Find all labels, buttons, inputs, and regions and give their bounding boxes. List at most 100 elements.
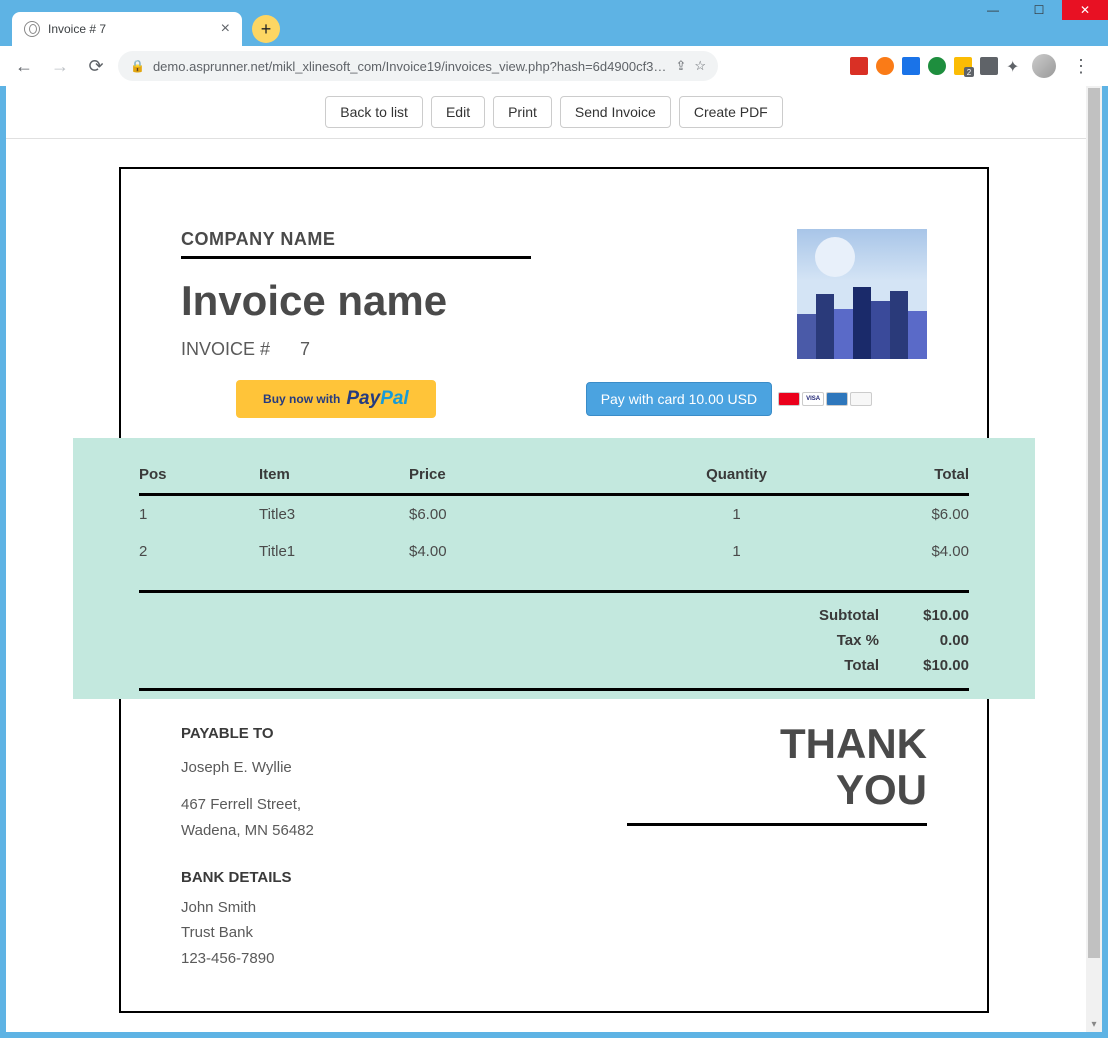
forward-button[interactable]: → [46, 52, 74, 80]
bank-phone: 123-456-7890 [181, 946, 314, 972]
url-text: demo.asprunner.net/mikl_xlinesoft_com/In… [153, 59, 667, 74]
payable-address-2: Wadena, MN 56482 [181, 818, 314, 844]
items-section: Pos Item Price Quantity Total 1 Title3 $… [73, 438, 1035, 699]
page-content: ▴ ▾ Back to list Edit Print Send Invoice… [0, 86, 1108, 1038]
bank-details-title: BANK DETAILS [181, 865, 314, 891]
divider [139, 688, 969, 691]
extension-icon[interactable] [980, 57, 998, 75]
payable-block: PAYABLE TO Joseph E. Wyllie 467 Ferrell … [181, 721, 314, 971]
browser-tab[interactable]: Invoice # 7 × [12, 12, 242, 46]
payable-address-1: 467 Ferrell Street, [181, 792, 314, 818]
minimize-button[interactable]: — [970, 0, 1016, 20]
bank-institution: Trust Bank [181, 920, 314, 946]
header-quantity: Quantity [644, 466, 829, 483]
header-price: Price [409, 466, 644, 483]
extension-icon[interactable] [928, 57, 946, 75]
table-row: 2 Title1 $4.00 1 $4.00 [129, 533, 979, 570]
divider [181, 256, 531, 259]
cell-total: $4.00 [829, 543, 969, 560]
company-name-label: COMPANY NAME [181, 229, 531, 250]
new-tab-button[interactable]: + [252, 15, 280, 43]
invoice-header: COMPANY NAME Invoice name INVOICE # 7 [121, 169, 987, 380]
amex-icon [826, 392, 848, 406]
header-pos: Pos [139, 466, 259, 483]
visa-icon: VISA [802, 392, 824, 406]
cell-item: Title1 [259, 543, 409, 560]
action-bar: Back to list Edit Print Send Invoice Cre… [6, 86, 1102, 139]
menu-icon[interactable]: ⋮ [1064, 56, 1098, 77]
extension-icon[interactable] [850, 57, 868, 75]
payable-name: Joseph E. Wyllie [181, 755, 314, 781]
subtotal-label: Subtotal [759, 607, 879, 624]
scrollbar[interactable]: ▴ ▾ [1086, 86, 1102, 1032]
table-row: 1 Title3 $6.00 1 $6.00 [129, 496, 979, 533]
address-bar[interactable]: 🔒 demo.asprunner.net/mikl_xlinesoft_com/… [118, 51, 718, 81]
total-value: $10.00 [879, 657, 969, 674]
cell-total: $6.00 [829, 506, 969, 523]
scroll-down-icon[interactable]: ▾ [1086, 1016, 1102, 1032]
print-button[interactable]: Print [493, 96, 552, 128]
invoice-document: COMPANY NAME Invoice name INVOICE # 7 [119, 167, 989, 1013]
cell-item: Title3 [259, 506, 409, 523]
paypal-prefix: Buy now with [263, 392, 340, 406]
lock-icon: 🔒 [130, 59, 145, 73]
paypal-logo-icon: PayPal [346, 388, 408, 410]
payment-row: Buy now with PayPal Pay with card 10.00 … [121, 380, 987, 438]
cell-pos: 1 [139, 506, 259, 523]
tab-title: Invoice # 7 [48, 22, 106, 36]
cell-pos: 2 [139, 543, 259, 560]
company-block: COMPANY NAME Invoice name INVOICE # 7 [181, 229, 531, 360]
bank-name: John Smith [181, 895, 314, 921]
globe-icon [24, 21, 40, 37]
extension-icon[interactable] [876, 57, 894, 75]
total-label: Total [759, 657, 879, 674]
thank-you-text: THANK YOU [627, 721, 927, 813]
invoice-number: INVOICE # 7 [181, 339, 531, 360]
invoice-number-value: 7 [300, 339, 310, 360]
extension-icon[interactable] [954, 57, 972, 75]
edit-button[interactable]: Edit [431, 96, 485, 128]
extensions-area: ✦ ⋮ [850, 54, 1098, 78]
browser-toolbar: ← → ⟳ 🔒 demo.asprunner.net/mikl_xlinesof… [0, 46, 1108, 86]
tax-label: Tax % [759, 632, 879, 649]
reload-button[interactable]: ⟳ [82, 52, 110, 80]
cell-price: $4.00 [409, 543, 644, 560]
header-total: Total [829, 466, 969, 483]
cell-quantity: 1 [644, 543, 829, 560]
tab-strip: Invoice # 7 × + [0, 8, 1108, 46]
share-icon[interactable]: ⇪ [675, 58, 686, 74]
tax-row: Tax % 0.00 [129, 628, 979, 653]
send-invoice-button[interactable]: Send Invoice [560, 96, 671, 128]
card-pay-group: Pay with card 10.00 USD VISA [586, 382, 872, 416]
invoice-name: Invoice name [181, 277, 531, 325]
create-pdf-button[interactable]: Create PDF [679, 96, 783, 128]
title-bar [0, 0, 1108, 8]
table-header: Pos Item Price Quantity Total [129, 466, 979, 493]
thank-you-block: THANK YOU [627, 721, 927, 971]
back-button[interactable]: ← [10, 52, 38, 80]
total-row: Total $10.00 [129, 653, 979, 678]
maximize-button[interactable]: ☐ [1016, 0, 1062, 20]
invoice-footer: PAYABLE TO Joseph E. Wyllie 467 Ferrell … [121, 699, 987, 1011]
back-to-list-button[interactable]: Back to list [325, 96, 423, 128]
extensions-icon[interactable]: ✦ [1006, 57, 1024, 75]
profile-avatar[interactable] [1032, 54, 1056, 78]
divider [627, 823, 927, 826]
bookmark-icon[interactable]: ☆ [694, 58, 706, 74]
divider [139, 590, 969, 593]
header-item: Item [259, 466, 409, 483]
mastercard-icon [778, 392, 800, 406]
close-button[interactable]: ✕ [1062, 0, 1108, 20]
subtotal-value: $10.00 [879, 607, 969, 624]
paypal-button[interactable]: Buy now with PayPal [236, 380, 436, 418]
browser-window: — ☐ ✕ Invoice # 7 × + ← → ⟳ 🔒 demo.aspru… [0, 0, 1108, 1038]
pay-with-card-button[interactable]: Pay with card 10.00 USD [586, 382, 772, 416]
payable-title: PAYABLE TO [181, 721, 314, 747]
tab-close-icon[interactable]: × [221, 20, 230, 38]
cell-quantity: 1 [644, 506, 829, 523]
extension-icon[interactable] [902, 57, 920, 75]
items-table: Pos Item Price Quantity Total 1 Title3 $… [129, 466, 979, 691]
scrollbar-thumb[interactable] [1088, 88, 1100, 958]
tax-value: 0.00 [879, 632, 969, 649]
company-logo-image [797, 229, 927, 359]
